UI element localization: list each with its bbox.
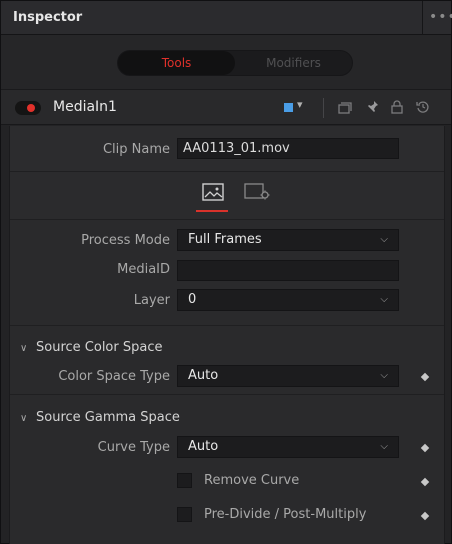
inspector-icon-tabs — [10, 172, 444, 220]
keyframe-diamond-icon[interactable] — [420, 477, 430, 487]
inspector-content: Clip Name AA0113_01.mov Process Mode Ful… — [9, 126, 445, 544]
node-color-swatch[interactable] — [284, 103, 293, 112]
remove-curve-label: Remove Curve — [204, 473, 300, 488]
media-id-label: MediaID — [117, 262, 170, 277]
color-space-type-label: Color Space Type — [58, 369, 170, 384]
source-color-space-title: Source Color Space — [36, 340, 163, 355]
header-divider — [323, 98, 324, 118]
panel-titlebar: Inspector ••• — [1, 1, 452, 35]
settings-gear-icon[interactable] — [244, 183, 270, 201]
chevron-down-icon: ∨ — [20, 343, 28, 354]
layer-dropdown[interactable]: 0 ⌵ — [177, 289, 399, 311]
panel-title: Inspector — [13, 10, 83, 25]
process-mode-label: Process Mode — [81, 233, 170, 248]
curve-type-label: Curve Type — [97, 440, 170, 455]
chevron-down-icon[interactable]: ▾ — [297, 98, 303, 111]
version-icon[interactable] — [334, 96, 356, 118]
clip-name-field[interactable]: AA0113_01.mov — [177, 138, 399, 159]
process-mode-dropdown[interactable]: Full Frames ⌵ — [177, 229, 399, 251]
media-id-field[interactable] — [177, 260, 399, 281]
curve-type-dropdown[interactable]: Auto ⌵ — [177, 436, 399, 458]
enabled-indicator — [27, 104, 35, 112]
source-gamma-space-header[interactable]: ∨ Source Gamma Space — [20, 410, 180, 425]
predivide-label: Pre-Divide / Post-Multiply — [204, 507, 367, 522]
chevron-down-icon: ⌵ — [380, 294, 388, 305]
curve-type-value: Auto — [188, 439, 219, 454]
tools-modifiers-switch: Tools Modifiers — [117, 50, 353, 76]
source-gamma-space-section: ∨ Source Gamma Space Curve Type Auto ⌵ Re… — [10, 395, 444, 544]
color-space-type-dropdown[interactable]: Auto ⌵ — [177, 365, 399, 387]
tools-modifiers-bar: Tools Modifiers — [1, 35, 451, 89]
lock-icon[interactable] — [386, 96, 408, 118]
chevron-down-icon: ∨ — [20, 413, 28, 424]
chevron-down-icon: ⌵ — [380, 234, 388, 245]
remove-curve-checkbox[interactable] — [177, 473, 192, 488]
process-mode-value: Full Frames — [188, 232, 262, 247]
keyframe-diamond-icon[interactable] — [420, 372, 430, 382]
reset-icon[interactable] — [412, 96, 434, 118]
node-enable-toggle[interactable] — [15, 101, 41, 115]
keyframe-diamond-icon[interactable] — [420, 443, 430, 453]
active-tab-underline — [196, 210, 228, 212]
node-header: MediaIn1 ▾ — [1, 89, 451, 125]
pin-icon[interactable] — [361, 96, 383, 118]
source-gamma-space-title: Source Gamma Space — [36, 410, 180, 425]
clip-name-label: Clip Name — [102, 142, 170, 157]
clip-name-row: Clip Name AA0113_01.mov — [10, 126, 444, 172]
chevron-down-icon: ⌵ — [380, 370, 388, 381]
layer-value: 0 — [188, 292, 197, 307]
source-color-space-section: ∨ Source Color Space Color Space Type Aut… — [10, 326, 444, 395]
image-icon[interactable] — [202, 183, 224, 201]
tab-modifiers[interactable]: Modifiers — [235, 51, 352, 75]
keyframe-diamond-icon[interactable] — [420, 511, 430, 521]
node-name[interactable]: MediaIn1 — [53, 99, 117, 115]
predivide-checkbox[interactable] — [177, 507, 192, 522]
source-color-space-header[interactable]: ∨ Source Color Space — [20, 340, 162, 355]
ellipsis-icon[interactable]: ••• — [429, 9, 452, 25]
tab-tools[interactable]: Tools — [118, 51, 235, 75]
chevron-down-icon: ⌵ — [380, 441, 388, 452]
titlebar-divider — [422, 1, 423, 35]
color-space-type-value: Auto — [188, 368, 219, 383]
inspector-panel: Inspector ••• Tools Modifiers MediaIn1 ▾ — [0, 0, 452, 544]
layer-label: Layer — [133, 293, 170, 308]
process-section: Process Mode Full Frames ⌵ MediaID Layer… — [10, 220, 444, 326]
